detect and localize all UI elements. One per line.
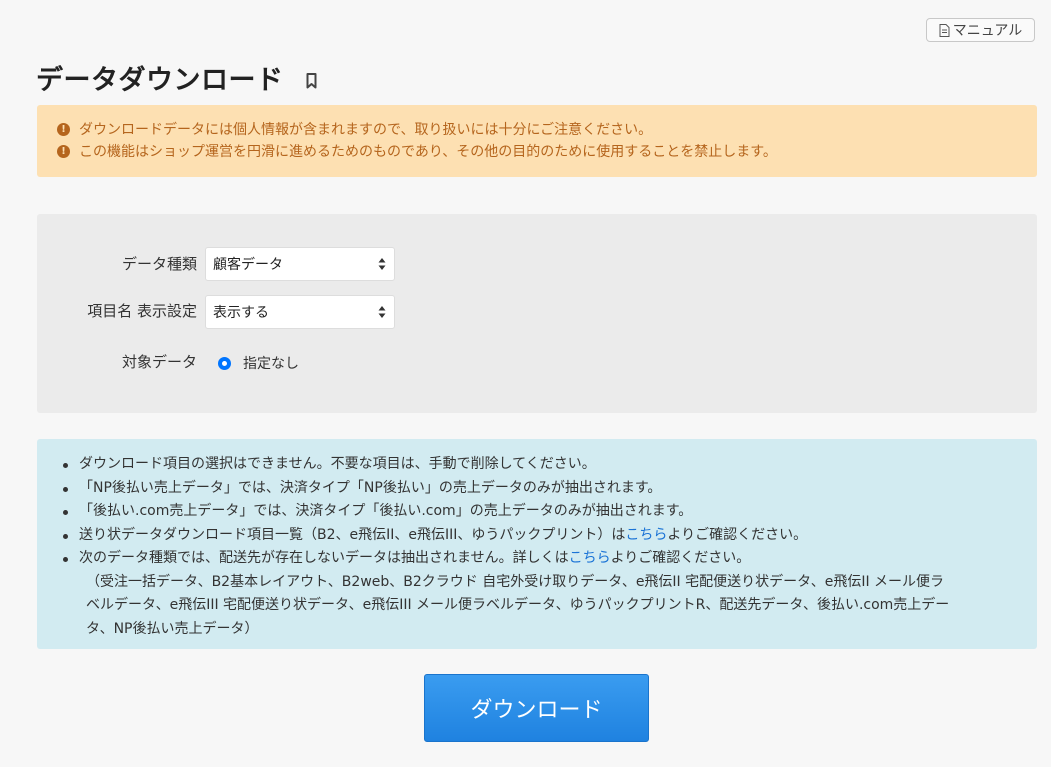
note-text: 送り状データダウンロード項目一覧（B2、e飛伝II、e飛伝III、ゆうパックプリ… (79, 526, 626, 543)
note-text: 「後払い.com売上データ」では、決済タイプ「後払い.com」の売上データのみが… (79, 503, 693, 519)
data-type-value: 顧客データ (213, 257, 283, 273)
select-arrows-icon (378, 306, 386, 318)
bookmark-icon[interactable] (306, 72, 317, 89)
data-type-select[interactable]: 顧客データ (205, 247, 395, 281)
exclamation-circle-icon: ! (57, 144, 70, 158)
warning-alert: ! ダウンロードデータには個人情報が含まれますので、取り扱いには十分にご注意くだ… (37, 105, 1037, 177)
info-list: ダウンロード項目の選択はできません。不要な項目は、手動で削除してください。 「N… (61, 453, 1015, 571)
target-none-radio[interactable] (218, 356, 231, 370)
data-type-label: データ種類 (121, 255, 197, 273)
info-panel: ダウンロード項目の選択はできません。不要な項目は、手動で削除してください。 「N… (37, 439, 1037, 649)
target-none-option[interactable]: 指定なし (218, 353, 299, 373)
list-item: ダウンロード項目の選択はできません。不要な項目は、手動で削除してください。 (61, 453, 1015, 477)
warning-text: ダウンロードデータには個人情報が含まれますので、取り扱いには十分にご注意ください… (79, 122, 653, 138)
list-item: 次のデータ種類では、配送先が存在しないデータは抽出されません。詳しくはこちらより… (61, 547, 1015, 571)
header-display-select[interactable]: 表示する (205, 295, 395, 329)
note-text: 次のデータ種類では、配送先が存在しないデータは抽出されません。詳しくは (79, 550, 569, 566)
document-icon (939, 23, 950, 37)
header-display-label: 項目名 表示設定 (87, 302, 197, 320)
list-item: 送り状データダウンロード項目一覧（B2、e飛伝II、e飛伝III、ゆうパックプリ… (61, 524, 1015, 548)
select-arrows-icon (378, 258, 386, 270)
exclamation-circle-icon: ! (57, 122, 70, 136)
target-data-label: 対象データ (121, 353, 197, 371)
details-link[interactable]: こちら (569, 550, 611, 566)
warning-line: ! この機能はショップ運営を円滑に進めるためのものであり、その他の目的のために使… (57, 140, 1037, 162)
note-text: よりご確認ください。 (667, 526, 808, 543)
list-item: 「NP後払い売上データ」では、決済タイプ「NP後払い」の売上データのみが抽出され… (61, 477, 1015, 501)
data-types-line: タ、NP後払い売上データ） (86, 620, 259, 637)
header-display-value: 表示する (213, 305, 269, 321)
target-none-label: 指定なし (243, 356, 299, 372)
note-text: ダウンロード項目の選択はできません。不要な項目は、手動で削除してください。 (79, 456, 596, 472)
shipping-items-link[interactable]: こちら (625, 527, 667, 543)
warning-text: この機能はショップ運営を円滑に進めるためのものであり、その他の目的のために使用す… (79, 144, 777, 160)
download-form: データ種類 顧客データ 項目名 表示設定 表示する 対象データ 指定なし (37, 214, 1037, 413)
manual-button-label: マニュアル (952, 23, 1023, 39)
note-text: よりご確認ください。 (610, 550, 751, 566)
note-text: 「NP後払い売上データ」では、決済タイプ「NP後払い」の売上データのみが抽出され… (79, 479, 662, 496)
data-types-line: ベルデータ、e飛伝III 宅配便送り状データ、e飛伝III メール便ラベルデータ… (86, 597, 950, 613)
title-row: データダウンロード (36, 58, 317, 97)
manual-button[interactable]: マニュアル (926, 18, 1035, 42)
page-title: データダウンロード (36, 65, 284, 96)
warning-line: ! ダウンロードデータには個人情報が含まれますので、取り扱いには十分にご注意くだ… (57, 118, 1037, 140)
data-types-line: （受注一括データ、B2基本レイアウト、B2web、B2クラウド 自宅外受け取りデ… (86, 573, 945, 590)
download-button[interactable]: ダウンロード (424, 674, 649, 742)
list-item: 「後払い.com売上データ」では、決済タイプ「後払い.com」の売上データのみが… (61, 500, 1015, 524)
